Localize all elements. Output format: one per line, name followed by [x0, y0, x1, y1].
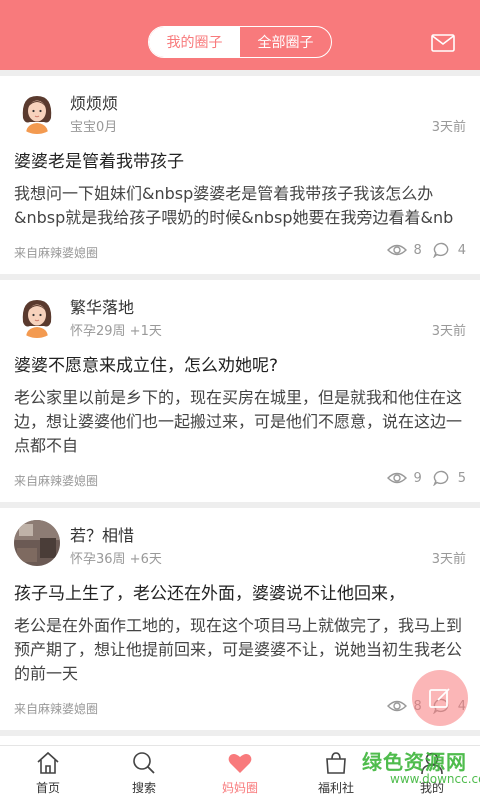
tab-label: 妈妈圈 [221, 781, 258, 795]
post-title[interactable]: 婆婆老是管着我带孩子 [14, 146, 466, 174]
tab-label: 我的 [419, 781, 444, 795]
post-title[interactable]: 婆婆不愿意来成立住，怎么劝她呢? [14, 350, 466, 378]
pregnancy-status: 怀孕36周 +6天 [70, 552, 162, 567]
home-icon [37, 751, 59, 774]
post-body[interactable]: 我想问一下姐妹们&nbsp婆婆老是管着我带孩子我该怎么办&nbsp就是我给孩子喂… [14, 182, 466, 230]
tab-home[interactable]: 首页 [0, 746, 96, 800]
post-title[interactable]: 孩子马上生了，老公还在外面，婆婆说不让他回来， [14, 578, 466, 606]
post-card[interactable]: 繁华落地 怀孕29周 +1天 3天前 婆婆不愿意来成立住，怎么劝她呢? 老公家里… [0, 280, 480, 502]
tab-welfare[interactable]: 福利社 [288, 746, 384, 800]
bottom-tab-bar: 首页 搜索 妈妈圈 福利社 我的 [0, 745, 480, 800]
post-source[interactable]: 来自麻辣婆媳圈 [14, 244, 98, 261]
pregnancy-status: 怀孕29周 +1天 [70, 324, 162, 339]
edit-icon [429, 688, 450, 708]
post-time: 3天前 [431, 324, 466, 339]
comment-count: 4 [457, 242, 466, 258]
comment-icon [432, 242, 449, 258]
comment-icon [432, 470, 449, 486]
post-source[interactable]: 来自麻辣婆媳圈 [14, 472, 98, 489]
avatar[interactable] [14, 520, 60, 566]
profile-icon [421, 752, 443, 775]
mail-icon[interactable] [431, 34, 455, 52]
username[interactable]: 烦烦烦 [70, 90, 118, 114]
tab-label: 首页 [35, 781, 60, 795]
post-card[interactable]: wtgmgt [0, 736, 480, 745]
tab-mom-circle[interactable]: 妈妈圈 [192, 746, 288, 800]
tab-profile[interactable]: 我的 [384, 746, 480, 800]
bag-icon [326, 752, 346, 774]
post-card[interactable]: 烦烦烦 宝宝0月 3天前 婆婆老是管着我带孩子 我想问一下姐妹们&nbsp婆婆老… [0, 76, 480, 274]
tab-all-circles[interactable]: 全部圈子 [240, 27, 331, 57]
avatar[interactable] [14, 88, 60, 134]
eye-icon [387, 700, 408, 712]
view-count: 9 [413, 470, 422, 486]
avatar[interactable] [14, 292, 60, 338]
tab-my-circle[interactable]: 我的圈子 [149, 27, 240, 57]
tab-label: 搜索 [131, 781, 156, 795]
post-body[interactable]: 老公是在外面作工地的，现在这个项目马上就做完了，我马上到预产期了，想让他提前回来… [14, 614, 466, 686]
tab-search[interactable]: 搜索 [96, 746, 192, 800]
username[interactable]: 繁华落地 [70, 294, 134, 318]
circle-segment-control: 我的圈子 全部圈子 [148, 26, 332, 58]
compose-button[interactable] [412, 670, 468, 726]
post-time: 3天前 [431, 120, 466, 135]
username[interactable]: 若？相惜 [70, 522, 134, 546]
search-icon [133, 752, 155, 774]
post-stats: 8 4 [387, 242, 466, 258]
app: 我的圈子 全部圈子 烦烦烦 宝宝0月 3天前 婆婆老是管着我带孩子 我想问一下姐… [0, 0, 480, 800]
post-card[interactable]: 若？相惜 怀孕36周 +6天 3天前 孩子马上生了，老公还在外面，婆婆说不让他回… [0, 508, 480, 730]
heart-icon [228, 754, 252, 773]
post-time: 3天前 [431, 552, 466, 567]
tab-label: 福利社 [317, 781, 354, 795]
top-bar: 我的圈子 全部圈子 [0, 0, 480, 70]
comment-count: 5 [457, 470, 466, 486]
eye-icon [387, 244, 408, 256]
post-source[interactable]: 来自麻辣婆媳圈 [14, 700, 98, 717]
baby-status: 宝宝0月 [70, 120, 118, 135]
post-body[interactable]: 老公家里以前是乡下的，现在买房在城里，但是就我和他住在这边，想让婆婆他们也一起搬… [14, 386, 466, 458]
view-count: 8 [413, 242, 422, 258]
post-feed[interactable]: 烦烦烦 宝宝0月 3天前 婆婆老是管着我带孩子 我想问一下姐妹们&nbsp婆婆老… [0, 70, 480, 745]
post-stats: 9 5 [387, 470, 466, 486]
eye-icon [387, 472, 408, 484]
